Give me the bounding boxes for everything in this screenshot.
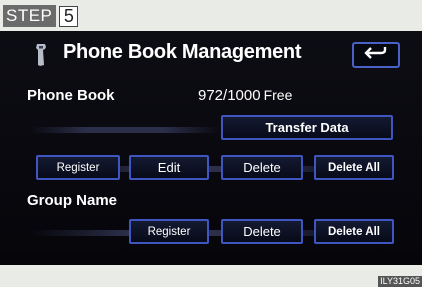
phone-book-delete-button[interactable]: Delete [221,155,303,180]
group-delete-button[interactable]: Delete [221,219,303,244]
step-badge: STEP 5 [3,5,79,27]
group-delete-all-button[interactable]: Delete All [314,219,394,244]
phone-icon [34,43,48,72]
count-value: 972/1000 [198,87,261,104]
back-button[interactable] [352,42,400,68]
figure-code: ILY31G05 [378,276,422,287]
step-number: 5 [59,5,79,27]
count-free-label: Free [263,87,293,103]
phone-book-delete-all-button[interactable]: Delete All [314,155,394,180]
phone-book-register-button[interactable]: Register [36,155,120,180]
phone-book-label: Phone Book [27,87,115,104]
phone-book-screen: Phone Book Management Phone Book 972/100… [0,31,422,265]
phone-book-edit-button[interactable]: Edit [129,155,209,180]
return-arrow-icon [364,46,388,65]
group-name-label: Group Name [27,192,118,209]
rail [30,127,220,133]
transfer-data-button[interactable]: Transfer Data [221,115,393,140]
page-title: Phone Book Management [63,41,302,63]
phone-book-count: 972/1000 Free [198,87,292,104]
group-register-button[interactable]: Register [129,219,209,244]
step-label: STEP [3,5,57,27]
